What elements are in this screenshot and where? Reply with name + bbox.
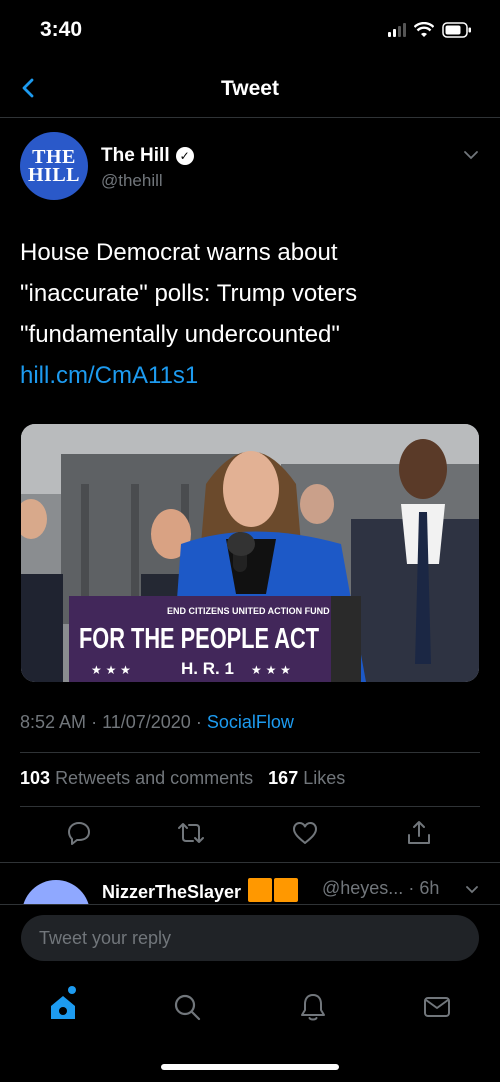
retweets-label: Retweets and comments bbox=[55, 768, 254, 788]
reply-name-text: NizzerTheSlayer bbox=[102, 882, 242, 902]
tweet-body: House Democrat warns about "inaccurate" … bbox=[20, 239, 358, 348]
author-handle[interactable]: @thehill bbox=[101, 171, 163, 191]
author-name[interactable]: The Hill bbox=[101, 145, 170, 167]
sign-sub-text: H. R. 1 bbox=[181, 659, 234, 678]
reply-composer: Tweet your reply bbox=[0, 904, 500, 976]
cellular-signal-icon bbox=[388, 23, 406, 37]
status-time: 3:40 bbox=[40, 18, 83, 41]
press-conference-photo: END CITIZENS UNITED ACTION FUND FOR THE … bbox=[21, 424, 479, 682]
reply-handle: @heyes... bbox=[322, 878, 404, 898]
share-icon[interactable] bbox=[404, 818, 434, 848]
retweets-stat[interactable]: 103 Retweets and comments bbox=[20, 768, 253, 788]
tweet-author: THE HILL The Hill ✓ @thehill bbox=[20, 132, 480, 202]
tweet-image[interactable]: END CITIZENS UNITED ACTION FUND FOR THE … bbox=[21, 424, 479, 682]
svg-text:★ ★ ★: ★ ★ ★ bbox=[251, 663, 291, 677]
tweet-date: 11/07/2020 bbox=[102, 712, 191, 732]
tweet-actions bbox=[0, 818, 500, 858]
reply-time: 6h bbox=[419, 878, 440, 898]
chevron-down-icon[interactable] bbox=[462, 148, 480, 162]
tab-home[interactable] bbox=[46, 986, 80, 1024]
status-icons bbox=[388, 22, 472, 38]
tweet-source[interactable]: SocialFlow bbox=[207, 712, 294, 732]
tab-messages[interactable] bbox=[420, 990, 454, 1024]
bell-icon bbox=[301, 994, 325, 1021]
tweet-text: House Democrat warns about "inaccurate" … bbox=[20, 232, 460, 396]
tab-bar bbox=[0, 976, 500, 1082]
tweet-link[interactable]: hill.cm/CmA11s1 bbox=[20, 355, 460, 396]
wifi-icon bbox=[414, 22, 434, 37]
reply-handle-row: @heyes... · 6h bbox=[322, 878, 440, 898]
status-bar: 3:40 bbox=[0, 0, 500, 62]
home-indicator bbox=[161, 1064, 339, 1070]
retweets-count: 103 bbox=[20, 768, 51, 788]
home-icon bbox=[51, 996, 75, 1019]
retweet-icon[interactable] bbox=[176, 818, 206, 848]
reply-avatar[interactable] bbox=[22, 880, 90, 906]
like-icon[interactable] bbox=[290, 818, 320, 848]
sign-small-text: END CITIZENS UNITED ACTION FUND bbox=[167, 606, 330, 616]
battery-icon bbox=[442, 22, 471, 38]
divider bbox=[20, 806, 480, 807]
reply-icon[interactable] bbox=[64, 818, 94, 848]
reply-author-name[interactable]: NizzerTheSlayer bbox=[102, 878, 299, 903]
verified-badge-icon: ✓ bbox=[175, 147, 194, 165]
author-avatar[interactable]: THE HILL bbox=[20, 132, 88, 200]
search-icon bbox=[174, 994, 201, 1021]
orange-square-emoji bbox=[248, 878, 273, 902]
tweet-meta: 8:52 AM · 11/07/2020 · SocialFlow bbox=[20, 712, 294, 732]
tweet-time: 8:52 AM bbox=[20, 712, 87, 732]
divider bbox=[20, 752, 480, 753]
tab-notifications[interactable] bbox=[296, 990, 330, 1024]
orange-square-emoji bbox=[274, 878, 299, 902]
likes-stat[interactable]: 167 Likes bbox=[268, 768, 345, 788]
notification-dot bbox=[68, 986, 76, 994]
likes-count: 167 bbox=[268, 768, 299, 788]
tab-search[interactable] bbox=[170, 990, 204, 1024]
reply-input[interactable]: Tweet your reply bbox=[21, 915, 479, 961]
chevron-down-icon[interactable] bbox=[464, 884, 480, 896]
reply-item[interactable]: NizzerTheSlayer @heyes... · 6h bbox=[0, 866, 500, 906]
likes-label: Likes bbox=[303, 768, 346, 788]
navigation-bar: Tweet bbox=[0, 62, 500, 118]
page-title: Tweet bbox=[221, 77, 279, 100]
divider bbox=[0, 862, 500, 863]
sign-main-text: FOR THE PEOPLE ACT bbox=[79, 623, 319, 655]
svg-text:★ ★ ★: ★ ★ ★ bbox=[91, 663, 131, 677]
mail-icon bbox=[424, 997, 450, 1017]
tweet-stats: 103 Retweets and comments 167 Likes bbox=[20, 768, 345, 789]
author-name-row[interactable]: The Hill ✓ bbox=[101, 145, 194, 167]
